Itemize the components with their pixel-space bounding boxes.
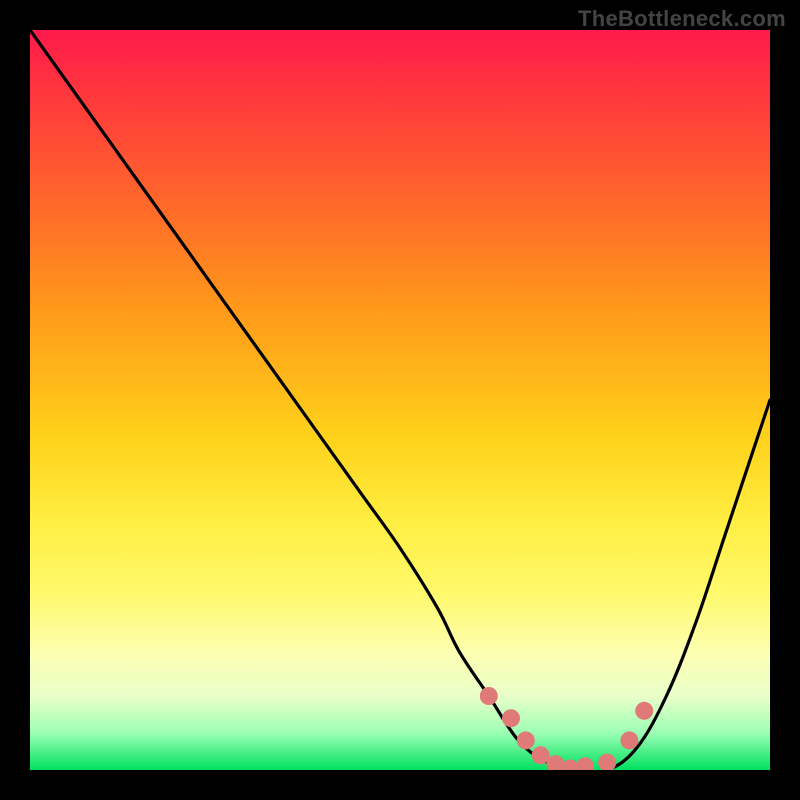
curve-overlay — [30, 30, 770, 770]
marker-dot — [635, 702, 653, 720]
bottleneck-curve — [30, 30, 770, 770]
marker-dot — [502, 709, 520, 727]
chart-stage: TheBottleneck.com — [0, 0, 800, 800]
marker-dot — [480, 687, 498, 705]
marker-dot — [517, 731, 535, 749]
plot-area — [30, 30, 770, 770]
watermark-label: TheBottleneck.com — [578, 6, 786, 32]
marker-dot — [620, 731, 638, 749]
marker-dot — [598, 754, 616, 770]
marker-dot — [576, 757, 594, 770]
